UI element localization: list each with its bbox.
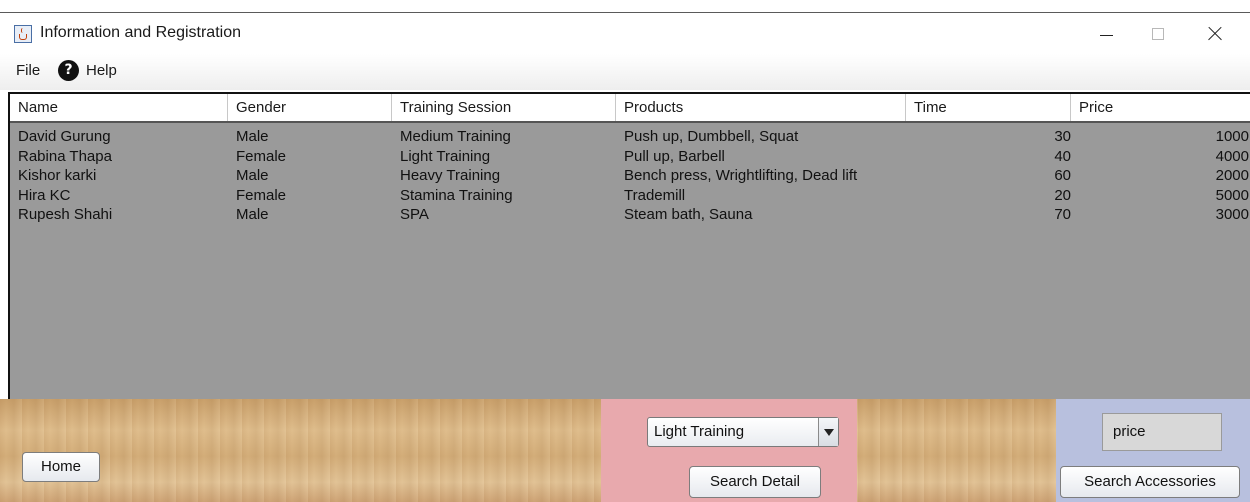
- search-accessories-button[interactable]: Search Accessories: [1060, 466, 1240, 498]
- table-row[interactable]: David Gurung Male Medium Training Push u…: [10, 127, 1250, 147]
- cell-products: Push up, Dumbbell, Squat: [624, 128, 799, 145]
- price-search-panel: price Search Accessories: [1056, 399, 1250, 502]
- menu-file[interactable]: File: [16, 62, 40, 79]
- cell-name: Hira KC: [18, 186, 71, 204]
- cell-gender: Male: [236, 167, 269, 184]
- maximize-icon[interactable]: [1136, 13, 1182, 54]
- cell-name: David Gurung: [18, 128, 111, 145]
- cell-gender: Female: [236, 186, 287, 204]
- column-header-training-session[interactable]: Training Session: [392, 94, 616, 121]
- cell-training-session: Medium Training: [400, 128, 511, 145]
- cell-gender: Female: [236, 147, 287, 165]
- search-detail-button[interactable]: Search Detail: [689, 466, 821, 498]
- question-mark-circle-icon[interactable]: ?: [58, 60, 79, 81]
- table-row[interactable]: Kishor karki Male Heavy Training Bench p…: [10, 166, 1250, 186]
- window-title: Information and Registration: [40, 24, 241, 41]
- cell-products: Pull up, Barbell: [624, 147, 725, 165]
- dropdown-selected-value: Light Training: [654, 423, 745, 440]
- cell-products: Bench press, Wrightlifting, Dead lift: [624, 167, 858, 184]
- registration-table[interactable]: Name Gender Training Session Products Ti…: [8, 92, 1250, 422]
- java-cup-icon: [14, 25, 32, 43]
- minimize-icon[interactable]: [1082, 13, 1128, 54]
- cell-name: Kishor karki: [18, 167, 97, 184]
- session-search-panel: Light Training Search Detail: [601, 399, 857, 502]
- home-button[interactable]: Home: [22, 452, 100, 482]
- cell-time: 30: [1054, 128, 1071, 145]
- cell-price: 3000: [1215, 206, 1249, 223]
- app-window: Information and Registration File ? Help…: [0, 12, 1250, 502]
- cell-time: 40: [1054, 147, 1071, 165]
- cell-products: Steam bath, Sauna: [624, 206, 753, 223]
- column-header-price[interactable]: Price: [1071, 94, 1250, 121]
- cell-gender: Male: [236, 206, 269, 223]
- table-row[interactable]: Rabina Thapa Female Light Training Pull …: [10, 147, 1250, 167]
- table-row[interactable]: Hira KC Female Stamina Training Trademil…: [10, 186, 1250, 206]
- table-body: David Gurung Male Medium Training Push u…: [10, 127, 1250, 225]
- cell-price: 2000: [1215, 167, 1249, 184]
- price-input[interactable]: price: [1102, 413, 1222, 451]
- column-header-gender[interactable]: Gender: [228, 94, 392, 121]
- cell-products: Trademill: [624, 186, 686, 204]
- cell-name: Rupesh Shahi: [18, 206, 113, 223]
- table-header: Name Gender Training Session Products Ti…: [10, 94, 1250, 123]
- cell-gender: Male: [236, 128, 269, 145]
- table-row[interactable]: Rupesh Shahi Male SPA Steam bath, Sauna …: [10, 205, 1250, 225]
- cell-training-session: Heavy Training: [400, 167, 501, 184]
- cell-name: Rabina Thapa: [18, 147, 112, 165]
- cell-price: 4000: [1215, 147, 1249, 165]
- title-bar: Information and Registration: [0, 13, 1250, 54]
- menu-help[interactable]: Help: [86, 62, 117, 79]
- cell-price: 1000: [1215, 128, 1249, 145]
- chevron-down-icon[interactable]: [818, 418, 838, 446]
- column-header-products[interactable]: Products: [616, 94, 906, 121]
- menu-bar: File ? Help: [0, 54, 1250, 90]
- cell-training-session: SPA: [400, 206, 429, 223]
- cell-price: 5000: [1215, 186, 1249, 204]
- cell-training-session: Light Training: [400, 147, 491, 165]
- cell-time: 60: [1054, 167, 1071, 184]
- column-header-time[interactable]: Time: [906, 94, 1071, 121]
- cell-time: 20: [1054, 186, 1071, 204]
- close-icon[interactable]: [1193, 13, 1239, 54]
- cell-training-session: Stamina Training: [400, 186, 513, 204]
- column-header-name[interactable]: Name: [10, 94, 228, 121]
- cell-time: 70: [1054, 206, 1071, 223]
- wood-panel: Home Light Training Search Detail price …: [0, 399, 1250, 502]
- training-session-dropdown[interactable]: Light Training: [647, 417, 839, 447]
